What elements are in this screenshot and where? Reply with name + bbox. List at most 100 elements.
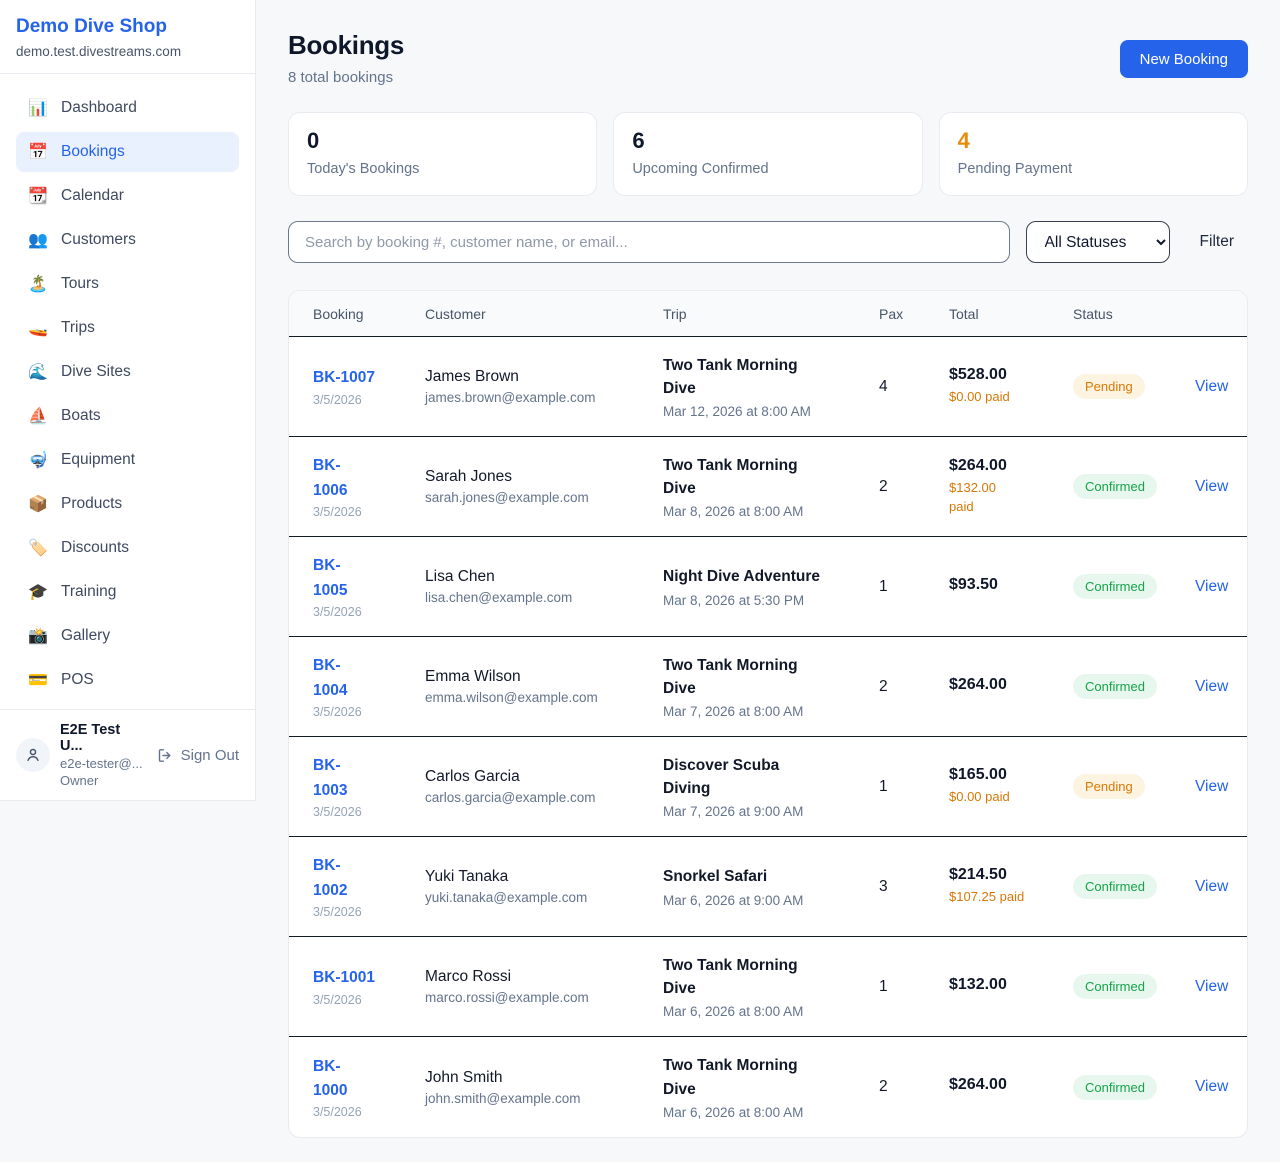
status-cell: Confirmed: [1073, 674, 1195, 699]
view-link[interactable]: View: [1195, 878, 1228, 895]
view-link[interactable]: View: [1195, 378, 1228, 395]
trip-cell: Two Tank Morning Dive Mar 6, 2026 at 8:0…: [663, 1054, 879, 1120]
view-link[interactable]: View: [1195, 678, 1228, 695]
sign-out-label: Sign Out: [181, 747, 239, 764]
page-subtitle: 8 total bookings: [288, 69, 404, 86]
booking-id-link[interactable]: BK-1001: [313, 966, 409, 990]
sidebar-item[interactable]: 🏷️ Discounts: [16, 528, 239, 568]
status-filter-select[interactable]: All Statuses: [1026, 221, 1170, 263]
col-header-trip: Trip: [663, 306, 879, 322]
booking-date: 3/5/2026: [313, 505, 409, 519]
customer-cell: Carlos Garcia carlos.garcia@example.com: [425, 768, 663, 805]
trip-name: Two Tank Morning Dive: [663, 1054, 863, 1101]
view-link[interactable]: View: [1195, 978, 1228, 995]
page-title: Bookings: [288, 30, 404, 61]
sidebar-item[interactable]: ⛵ Boats: [16, 396, 239, 436]
total-amount: $264.00: [949, 457, 1057, 475]
booking-date: 3/5/2026: [313, 705, 409, 719]
booking-id-link[interactable]: BK- 1000: [313, 1055, 409, 1103]
sidebar-item[interactable]: 📆 Calendar: [16, 176, 239, 216]
brand-name[interactable]: Demo Dive Shop: [16, 16, 239, 38]
nav-item-label: Boats: [61, 407, 101, 425]
sidebar-item[interactable]: 🏝️ Tours: [16, 264, 239, 304]
sidebar-item[interactable]: 🤿 Equipment: [16, 440, 239, 480]
search-input[interactable]: [288, 221, 1010, 263]
total-cell: $264.00 $132.00 paid: [949, 457, 1073, 515]
actions-cell: View: [1195, 678, 1247, 696]
trip-cell: Two Tank Morning Dive Mar 12, 2026 at 8:…: [663, 354, 879, 420]
pax-cell: 2: [879, 1078, 949, 1096]
sidebar-item[interactable]: 💳 POS: [16, 660, 239, 700]
stat-label: Today's Bookings: [307, 161, 578, 177]
booking-id-link[interactable]: BK-1007: [313, 366, 409, 390]
view-link[interactable]: View: [1195, 1078, 1228, 1095]
booking-id-link[interactable]: BK- 1003: [313, 754, 409, 802]
pax-cell: 1: [879, 778, 949, 796]
total-cell: $264.00: [949, 1076, 1073, 1098]
status-cell: Confirmed: [1073, 974, 1195, 999]
sidebar-item[interactable]: 👥 Customers: [16, 220, 239, 260]
nav-item-icon: 🏝️: [28, 274, 48, 294]
sidebar-item[interactable]: 📅 Bookings: [16, 132, 239, 172]
total-amount: $132.00: [949, 976, 1057, 994]
booking-cell: BK- 1004 3/5/2026: [289, 654, 425, 718]
sidebar-item[interactable]: 📸 Gallery: [16, 616, 239, 656]
brand-domain: demo.test.divestreams.com: [16, 44, 239, 59]
col-header-pax: Pax: [879, 306, 949, 322]
trip-datetime: Mar 12, 2026 at 8:00 AM: [663, 404, 863, 419]
view-link[interactable]: View: [1195, 578, 1228, 595]
pax-cell: 4: [879, 378, 949, 396]
filter-button[interactable]: Filter: [1186, 233, 1248, 251]
booking-id-link[interactable]: BK- 1006: [313, 454, 409, 502]
sidebar-item[interactable]: 🚤 Trips: [16, 308, 239, 348]
view-link[interactable]: View: [1195, 778, 1228, 795]
trip-name: Night Dive Adventure: [663, 565, 863, 588]
user-email: e2e-tester@...: [60, 756, 147, 771]
booking-id-link[interactable]: BK- 1004: [313, 654, 409, 702]
trip-cell: Two Tank Morning Dive Mar 7, 2026 at 8:0…: [663, 654, 879, 720]
table-row: BK- 1000 3/5/2026 John Smith john.smith@…: [289, 1037, 1247, 1137]
paid-amount: $132.00 paid: [949, 479, 1057, 515]
status-badge: Pending: [1073, 774, 1145, 799]
booking-cell: BK- 1003 3/5/2026: [289, 754, 425, 818]
customer-email: lisa.chen@example.com: [425, 590, 647, 605]
customer-name: Sarah Jones: [425, 468, 647, 486]
status-badge: Confirmed: [1073, 1075, 1157, 1100]
sidebar-item[interactable]: 🎓 Training: [16, 572, 239, 612]
paid-amount: $0.00 paid: [949, 388, 1057, 406]
paid-amount: $107.25 paid: [949, 888, 1057, 906]
booking-id-link[interactable]: BK- 1005: [313, 554, 409, 602]
booking-date: 3/5/2026: [313, 605, 409, 619]
sidebar-item[interactable]: 🌊 Dive Sites: [16, 352, 239, 392]
stat-value: 0: [307, 128, 578, 154]
trip-datetime: Mar 7, 2026 at 8:00 AM: [663, 704, 863, 719]
view-link[interactable]: View: [1195, 478, 1228, 495]
total-amount: $528.00: [949, 366, 1057, 384]
status-badge: Confirmed: [1073, 674, 1157, 699]
trip-name: Snorkel Safari: [663, 865, 863, 888]
customer-name: James Brown: [425, 368, 647, 386]
customer-name: Emma Wilson: [425, 668, 647, 686]
nav-item-icon: 📅: [28, 142, 48, 162]
booking-cell: BK- 1000 3/5/2026: [289, 1055, 425, 1119]
actions-cell: View: [1195, 578, 1247, 596]
customer-cell: Sarah Jones sarah.jones@example.com: [425, 468, 663, 505]
status-cell: Confirmed: [1073, 474, 1195, 499]
table-row: BK-1001 3/5/2026 Marco Rossi marco.rossi…: [289, 937, 1247, 1037]
new-booking-button[interactable]: New Booking: [1120, 40, 1248, 78]
sign-out-button[interactable]: Sign Out: [157, 747, 239, 764]
trip-datetime: Mar 8, 2026 at 5:30 PM: [663, 593, 863, 608]
customer-cell: Marco Rossi marco.rossi@example.com: [425, 968, 663, 1005]
customer-cell: John Smith john.smith@example.com: [425, 1069, 663, 1106]
trip-name: Discover Scuba Diving: [663, 754, 863, 801]
stat-card: 4 Pending Payment: [939, 112, 1248, 196]
sidebar-item[interactable]: 📊 Dashboard: [16, 88, 239, 128]
nav-item-label: Equipment: [61, 451, 135, 469]
booking-date: 3/5/2026: [313, 393, 409, 407]
pax-cell: 2: [879, 478, 949, 496]
total-amount: $264.00: [949, 676, 1057, 694]
booking-cell: BK- 1002 3/5/2026: [289, 854, 425, 918]
nav-item-label: Bookings: [61, 143, 125, 161]
booking-id-link[interactable]: BK- 1002: [313, 854, 409, 902]
sidebar-item[interactable]: 📦 Products: [16, 484, 239, 524]
